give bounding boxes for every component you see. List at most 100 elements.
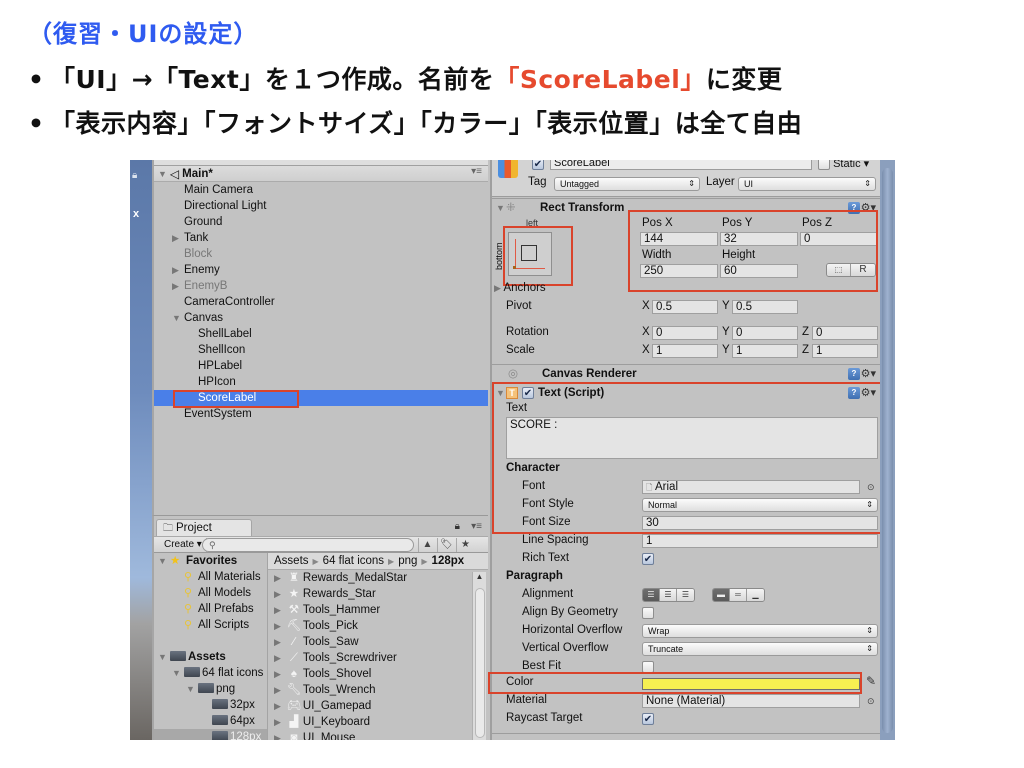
- expand-triangle-icon[interactable]: ▶: [172, 278, 179, 294]
- expand-triangle-icon[interactable]: ▶: [274, 653, 281, 663]
- hierarchy-item[interactable]: ▼ Canvas: [154, 310, 488, 326]
- collapse-triangle-icon[interactable]: ▼: [172, 310, 181, 326]
- expand-triangle-icon[interactable]: ▶: [274, 589, 281, 599]
- asset-item[interactable]: ▶ ∕ Tools_Saw: [268, 634, 488, 650]
- create-button[interactable]: Create ▾: [160, 538, 207, 552]
- breadcrumb-item[interactable]: 64 flat icons: [323, 555, 384, 567]
- favorite-item[interactable]: ⚲ All Models: [154, 585, 267, 601]
- favorites-row[interactable]: ▼ ★ Favorites: [154, 553, 267, 569]
- expand-triangle-icon[interactable]: ▶: [274, 573, 281, 583]
- scale-x-field[interactable]: 1: [652, 344, 718, 358]
- filter-by-type-icon[interactable]: ▲: [418, 538, 436, 552]
- lock-icon[interactable]: 🔒︎: [132, 170, 137, 181]
- rotation-x-field[interactable]: 0: [652, 326, 718, 340]
- favorite-item[interactable]: ⚲ All Prefabs: [154, 601, 267, 617]
- favorite-item[interactable]: ⚲ All Materials: [154, 569, 267, 585]
- filter-by-label-icon[interactable]: 🏷︎: [437, 538, 455, 552]
- panel-menu-icon[interactable]: ▾≡: [471, 166, 482, 177]
- pivot-y-field[interactable]: 0.5: [732, 300, 798, 314]
- asset-item[interactable]: ▶ ⚒ Tools_Hammer: [268, 602, 488, 618]
- gear-icon[interactable]: ⚙▾: [861, 365, 876, 383]
- expand-triangle-icon[interactable]: ▶: [172, 262, 179, 278]
- pivot-x-field[interactable]: 0.5: [652, 300, 718, 314]
- rotation-y-field[interactable]: 0: [732, 326, 798, 340]
- object-picker-icon[interactable]: ⊙: [867, 696, 875, 707]
- breadcrumb-item[interactable]: png: [398, 555, 417, 567]
- scene-header[interactable]: ▼ ◁ Main* ▾≡: [154, 166, 488, 182]
- hierarchy-item[interactable]: ScoreLabel: [154, 390, 488, 408]
- help-icon[interactable]: ?: [848, 368, 860, 380]
- active-checkbox[interactable]: ✔: [532, 160, 544, 170]
- hierarchy-item[interactable]: EventSystem: [154, 406, 488, 422]
- raycast-target-checkbox[interactable]: ✔: [642, 713, 654, 725]
- static-checkbox[interactable]: [818, 160, 830, 171]
- search-input[interactable]: ⚲: [202, 538, 414, 552]
- expand-triangle-icon[interactable]: ▶: [274, 733, 281, 740]
- eyedropper-icon[interactable]: ✎: [866, 674, 876, 688]
- align-by-geometry-checkbox[interactable]: [642, 607, 654, 619]
- scale-z-field[interactable]: 1: [812, 344, 878, 358]
- expand-triangle-icon[interactable]: ▶: [274, 605, 281, 615]
- collapse-triangle-icon[interactable]: ▼: [158, 649, 167, 665]
- expand-triangle-icon[interactable]: ▶: [274, 701, 281, 711]
- material-field[interactable]: None (Material): [642, 694, 860, 708]
- expand-triangle-icon[interactable]: ▶: [494, 283, 501, 293]
- asset-item[interactable]: ▶ ★ Rewards_Star: [268, 586, 488, 602]
- hierarchy-item[interactable]: Directional Light: [154, 198, 488, 214]
- panel-menu-icon[interactable]: ▾≡: [471, 521, 482, 532]
- expand-triangle-icon[interactable]: ▶: [274, 637, 281, 647]
- hierarchy-item[interactable]: Main Camera: [154, 182, 488, 198]
- scroll-up-icon[interactable]: ▲: [473, 572, 486, 581]
- folder-tree-item[interactable]: 64px: [154, 713, 267, 729]
- folder-tree-item[interactable]: 128px: [154, 729, 267, 740]
- expand-triangle-icon[interactable]: ▶: [172, 230, 179, 246]
- align-top-button[interactable]: ▬: [713, 589, 730, 601]
- asset-item[interactable]: ▶ ⟋ Tools_Screwdriver: [268, 650, 488, 666]
- collapse-triangle-icon[interactable]: ▼: [186, 681, 195, 697]
- horizontal-overflow-dropdown[interactable]: Wrap ⇕: [642, 624, 878, 638]
- expand-triangle-icon[interactable]: ▼: [158, 169, 167, 179]
- asset-item[interactable]: ▶ ♠ Tools_Shovel: [268, 666, 488, 682]
- asset-item[interactable]: ▶ ▟ UI_Keyboard: [268, 714, 488, 730]
- breadcrumb-item[interactable]: 128px: [432, 555, 465, 567]
- favorite-item[interactable]: ⚲ All Scripts: [154, 617, 267, 633]
- align-right-button[interactable]: ☰: [677, 589, 694, 601]
- folder-tree-item[interactable]: 32px: [154, 697, 267, 713]
- line-spacing-field[interactable]: 1: [642, 534, 878, 548]
- hierarchy-item[interactable]: ShellIcon: [154, 342, 488, 358]
- rotation-z-field[interactable]: 0: [812, 326, 878, 340]
- hierarchy-item[interactable]: HPLabel: [154, 358, 488, 374]
- save-search-star-icon[interactable]: ★: [456, 538, 474, 552]
- layer-dropdown[interactable]: UI ⇕: [738, 177, 876, 191]
- hierarchy-item[interactable]: HPIcon: [154, 374, 488, 390]
- breadcrumb-item[interactable]: Assets: [274, 555, 309, 567]
- expand-triangle-icon[interactable]: ▶: [274, 621, 281, 631]
- asset-item[interactable]: ▶ ⛏Tools_Pick: [268, 618, 488, 634]
- canvas-renderer-header[interactable]: ◎ Canvas Renderer ? ⚙▾: [492, 364, 882, 382]
- align-middle-button[interactable]: ═: [730, 589, 747, 601]
- align-left-button[interactable]: ☰: [643, 589, 660, 601]
- asset-item[interactable]: ▶ 🎮︎UI_Gamepad: [268, 698, 488, 714]
- asset-item[interactable]: ▶ ◙ UI_Mouse: [268, 730, 488, 740]
- vertical-overflow-dropdown[interactable]: Truncate ⇕: [642, 642, 878, 656]
- expand-triangle-icon[interactable]: ▼: [496, 199, 505, 217]
- hierarchy-item[interactable]: CameraController: [154, 294, 488, 310]
- asset-scrollbar[interactable]: ▲: [472, 572, 486, 740]
- tag-dropdown[interactable]: Untagged ⇕: [554, 177, 700, 191]
- inspector-scrollbar[interactable]: [880, 160, 895, 740]
- scale-y-field[interactable]: 1: [732, 344, 798, 358]
- object-name-field[interactable]: ScoreLabel: [550, 160, 812, 170]
- expand-triangle-icon[interactable]: ▶: [274, 685, 281, 695]
- expand-triangle-icon[interactable]: ▶: [274, 717, 281, 727]
- tab-project[interactable]: 🗀 Project: [156, 519, 252, 536]
- rich-text-checkbox[interactable]: ✔: [642, 553, 654, 565]
- anchors-foldout[interactable]: ▶ Anchors: [494, 282, 546, 294]
- hierarchy-item[interactable]: ▶ EnemyB: [154, 278, 488, 294]
- folder-tree-item[interactable]: ▼ Assets: [154, 649, 267, 665]
- hierarchy-item[interactable]: ▶ Enemy: [154, 262, 488, 278]
- expand-triangle-icon[interactable]: ▼: [158, 553, 167, 569]
- asset-item[interactable]: ▶ 🔧︎Tools_Wrench: [268, 682, 488, 698]
- folder-tree-item[interactable]: ▼ 64 flat icons: [154, 665, 267, 681]
- hierarchy-item[interactable]: ▶ Tank: [154, 230, 488, 246]
- asset-item[interactable]: ▶ ♜ Rewards_MedalStar: [268, 570, 488, 586]
